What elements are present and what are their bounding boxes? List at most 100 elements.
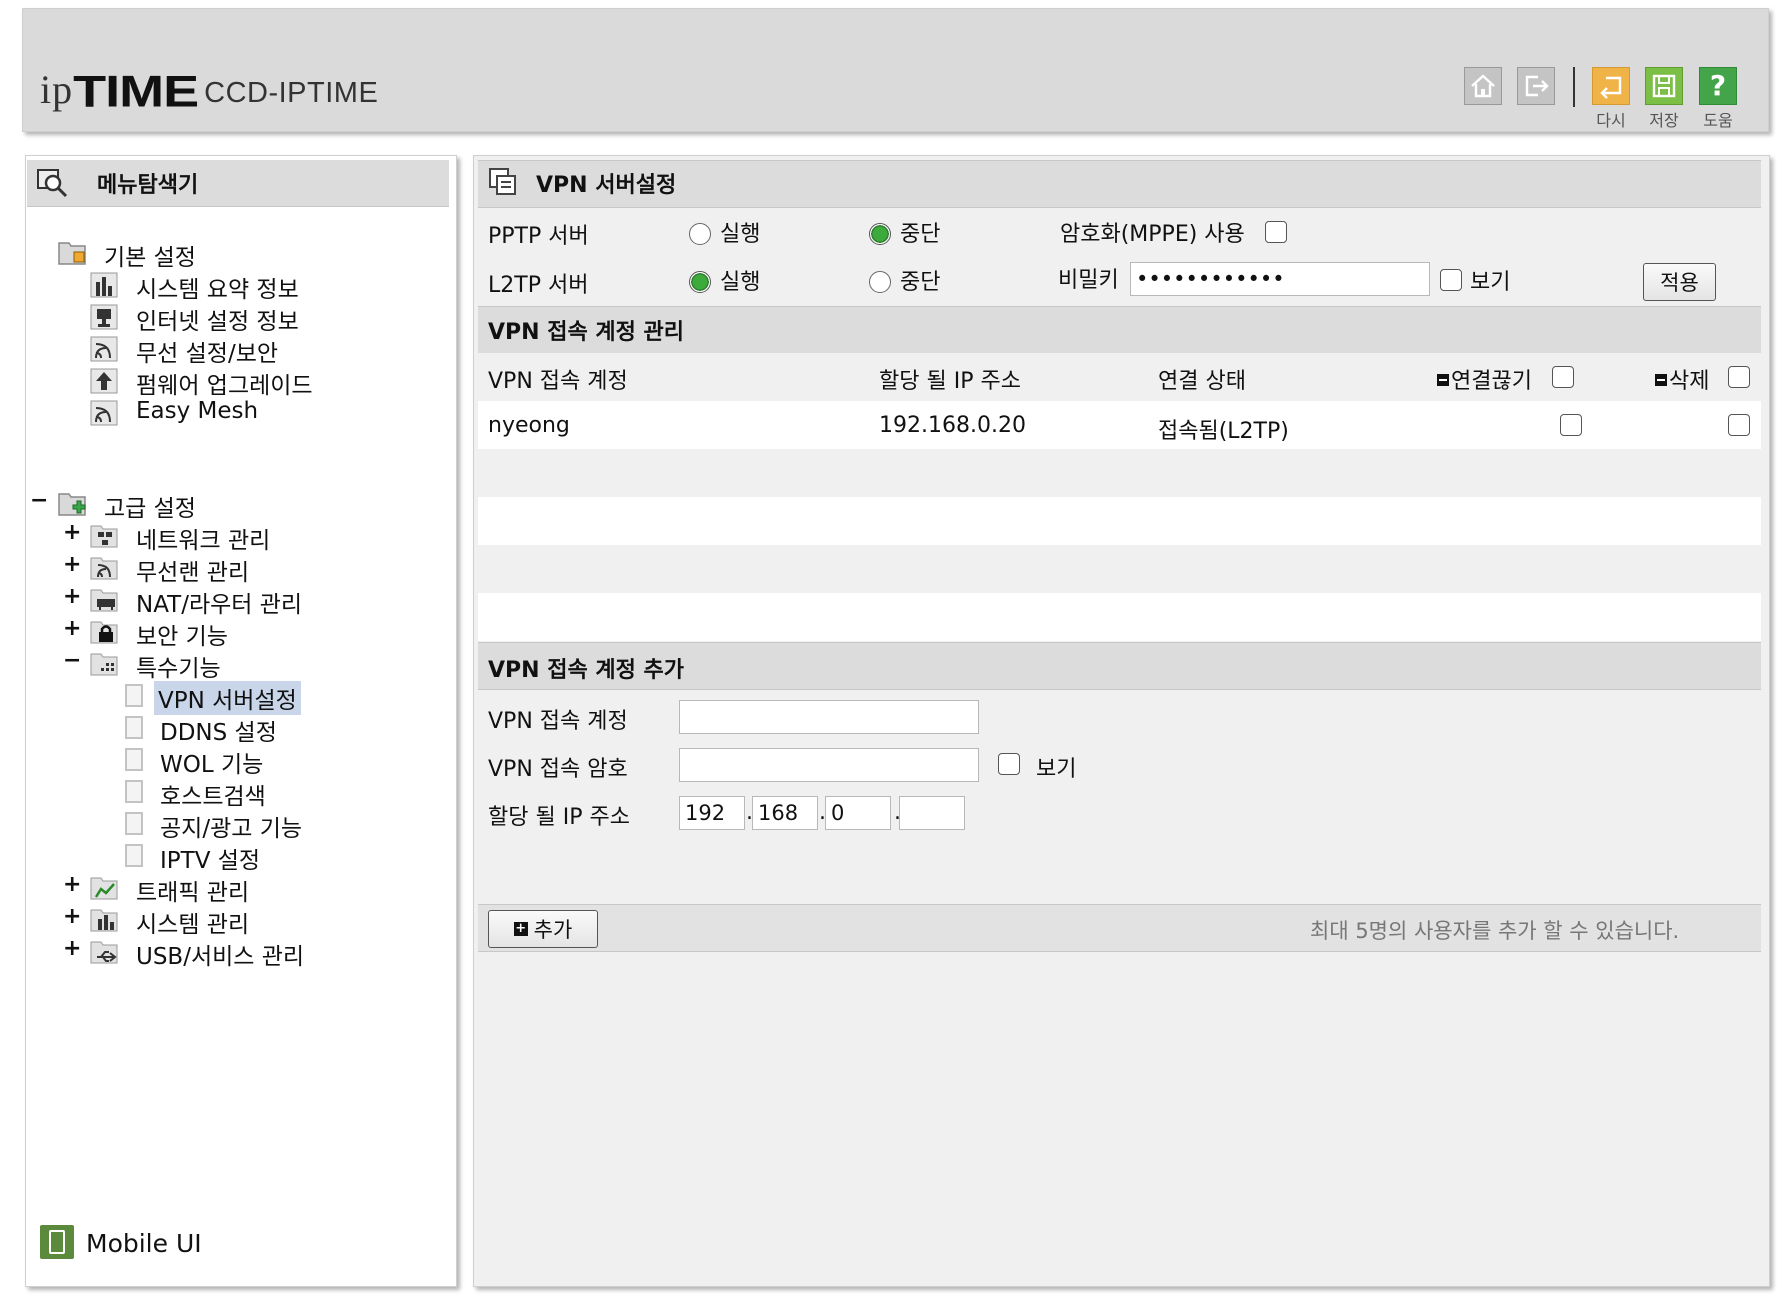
add-account-button[interactable]: + 추가 (488, 910, 598, 948)
menu-advanced-settings[interactable]: 고급 설정 (104, 489, 196, 523)
ip-octet-3-input[interactable]: 0 (825, 796, 891, 830)
secret-show-checkbox[interactable] (1440, 269, 1462, 291)
apply-button[interactable]: 적용 (1643, 263, 1716, 301)
row-delete-checkbox[interactable] (1728, 414, 1750, 436)
l2tp-run-label: 실행 (720, 270, 761, 295)
disconnect-minus-icon (1437, 374, 1449, 386)
col-disconnect-label: 연결끊기 (1451, 369, 1532, 394)
nat-expand-toggle[interactable]: + (63, 584, 81, 609)
menu-wireless-security[interactable]: 무선 설정/보안 (136, 334, 278, 368)
save-label: 저장 (1649, 111, 1679, 130)
l2tp-run-radio[interactable] (689, 271, 711, 293)
help-label: 도움 (1703, 111, 1733, 130)
account-management-title: VPN 접속 계정 관리 (488, 320, 684, 345)
pptp-stop-radio[interactable] (869, 223, 891, 245)
l2tp-stop-radio[interactable] (869, 271, 891, 293)
traffic-expand-toggle[interactable]: + (63, 872, 81, 897)
add-password-show-checkbox[interactable] (998, 753, 1020, 775)
menu-easy-mesh[interactable]: Easy Mesh (136, 398, 258, 424)
row-status: 접속됨(L2TP) (1158, 419, 1289, 444)
traffic-chart-icon (90, 877, 118, 900)
delete-all-checkbox[interactable] (1728, 366, 1750, 388)
add-account-title: VPN 접속 계정 추가 (488, 658, 684, 683)
system-summary-icon (90, 272, 118, 298)
undo-button[interactable] (1592, 67, 1630, 105)
vpn-settings-title: VPN 서버설정 (536, 173, 677, 198)
firmware-upgrade-icon (90, 368, 118, 394)
mobile-ui-icon (40, 1225, 74, 1259)
menu-security[interactable]: 보안 기능 (136, 617, 228, 651)
system-expand-toggle[interactable]: + (63, 904, 81, 929)
undo-icon (1600, 76, 1622, 99)
explorer-search-icon (37, 169, 68, 198)
ip-octet-4-input[interactable] (899, 796, 965, 830)
network-expand-toggle[interactable]: + (63, 520, 81, 545)
header-separator (1573, 67, 1575, 107)
vpn-settings-icon (489, 168, 516, 195)
row-disconnect-checkbox[interactable] (1560, 414, 1582, 436)
logout-button[interactable] (1517, 67, 1555, 105)
add-account-input[interactable] (679, 700, 979, 734)
usb-expand-toggle[interactable]: + (63, 936, 81, 961)
pptp-server-label: PPTP 서버 (488, 224, 589, 249)
pptp-run-radio[interactable] (689, 223, 711, 245)
basic-settings-folder-icon (58, 242, 86, 265)
mobile-ui-link[interactable]: Mobile UI (86, 1229, 202, 1258)
menu-nat-router[interactable]: NAT/라우터 관리 (136, 585, 302, 619)
row-ip: 192.168.0.20 (879, 413, 1026, 438)
nat-router-icon (90, 589, 118, 612)
vpn-page-icon (125, 684, 143, 707)
security-expand-toggle[interactable]: + (63, 616, 81, 641)
add-password-input[interactable] (679, 748, 979, 782)
ip-octet-1-input[interactable]: 192 (679, 796, 745, 830)
iptime-logo: ip TIME CCD-IPTIME (40, 60, 378, 115)
iptv-page-icon (125, 844, 143, 867)
pptp-stop-label: 중단 (900, 222, 941, 247)
menu-system-summary[interactable]: 시스템 요약 정보 (136, 270, 299, 304)
advanced-collapse-toggle[interactable]: − (30, 488, 48, 513)
menu-special-functions[interactable]: 특수기능 (136, 649, 221, 683)
internet-info-icon (90, 304, 118, 330)
menu-traffic[interactable]: 트래픽 관리 (136, 873, 249, 907)
menu-ddns[interactable]: DDNS 설정 (160, 713, 277, 747)
wol-page-icon (125, 748, 143, 771)
ddns-page-icon (125, 716, 143, 739)
disconnect-all-checkbox[interactable] (1552, 366, 1574, 388)
save-icon (1652, 74, 1676, 98)
logo-ip-text: ip (40, 67, 74, 112)
menu-iptv[interactable]: IPTV 설정 (160, 841, 260, 875)
menu-vpn-server[interactable]: VPN 서버설정 (154, 681, 301, 715)
menu-wol[interactable]: WOL 기능 (160, 745, 263, 779)
notice-ad-page-icon (125, 812, 143, 835)
wireless-expand-toggle[interactable]: + (63, 552, 81, 577)
col-status: 연결 상태 (1158, 369, 1246, 394)
host-scan-page-icon (125, 780, 143, 803)
easy-mesh-icon (90, 400, 118, 426)
menu-explorer-title: 메뉴탐색기 (97, 173, 199, 198)
menu-basic-settings[interactable]: 기본 설정 (104, 238, 196, 272)
ip-octet-2-input[interactable]: 168 (752, 796, 818, 830)
mppe-checkbox[interactable] (1265, 221, 1287, 243)
empty-row (478, 449, 1761, 497)
save-button[interactable] (1645, 67, 1683, 105)
undo-label: 다시 (1596, 111, 1626, 130)
menu-system-admin[interactable]: 시스템 관리 (136, 905, 249, 939)
menu-firmware-upgrade[interactable]: 펌웨어 업그레이드 (136, 366, 313, 400)
network-admin-icon (90, 525, 118, 548)
empty-row (478, 593, 1761, 641)
menu-internet-info[interactable]: 인터넷 설정 정보 (136, 302, 299, 336)
security-lock-icon (90, 621, 118, 644)
special-collapse-toggle[interactable]: − (63, 648, 81, 673)
menu-wireless-admin[interactable]: 무선랜 관리 (136, 553, 249, 587)
help-button[interactable]: ? (1699, 67, 1737, 105)
add-password-label: VPN 접속 암호 (488, 757, 628, 782)
menu-host-scan[interactable]: 호스트검색 (160, 777, 266, 811)
special-functions-icon (90, 653, 118, 676)
menu-usb-service[interactable]: USB/서비스 관리 (136, 937, 304, 971)
secret-key-input[interactable]: •••••••••••• (1130, 262, 1430, 296)
mppe-label: 암호화(MPPE) 사용 (1060, 222, 1245, 247)
menu-network-admin[interactable]: 네트워크 관리 (136, 521, 270, 555)
menu-notice-ad[interactable]: 공지/광고 기능 (160, 809, 302, 843)
home-button[interactable] (1464, 67, 1502, 105)
plus-icon: + (513, 921, 528, 936)
